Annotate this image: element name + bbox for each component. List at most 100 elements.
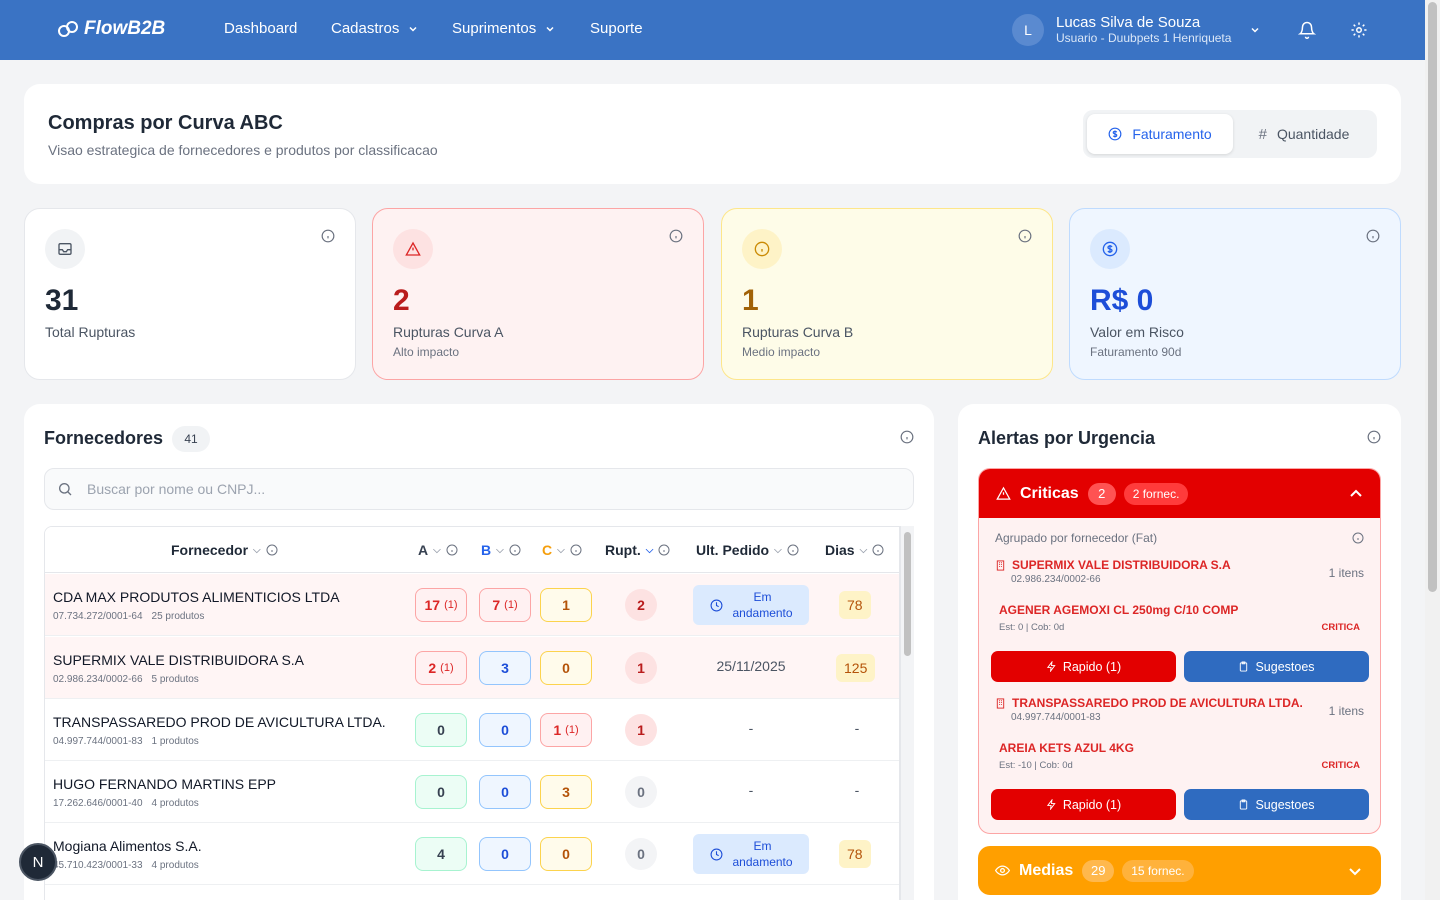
- sugestoes-button[interactable]: Sugestoes: [1184, 789, 1369, 820]
- lightning-icon: [1046, 799, 1056, 810]
- curva-c-pill[interactable]: 0: [540, 651, 592, 685]
- warning-icon: [393, 229, 433, 269]
- lightning-icon: [1046, 661, 1056, 672]
- nav-cadastros[interactable]: Cadastros: [331, 20, 419, 37]
- criticas-fornec-badge: 2 fornec.: [1123, 482, 1189, 505]
- col-dias[interactable]: Dias ⌵: [825, 542, 884, 558]
- page-scrollbar[interactable]: [1425, 0, 1440, 900]
- nav-suprimentos-label: Suprimentos: [452, 20, 537, 37]
- bell-icon[interactable]: [1296, 19, 1318, 41]
- table-scrollbar[interactable]: [900, 526, 914, 900]
- pill-value: 0: [562, 660, 570, 676]
- curva-c-pill[interactable]: 0: [540, 837, 592, 871]
- info-icon[interactable]: [1366, 229, 1380, 248]
- col-fornecedor[interactable]: Fornecedor ⌵: [171, 542, 278, 558]
- dollar-icon: [1090, 229, 1130, 269]
- supplier-produtos: 25 produtos: [151, 611, 205, 622]
- nav-suporte[interactable]: Suporte: [590, 20, 643, 37]
- pedido-status-badge[interactable]: Em andamento: [693, 834, 809, 874]
- pedido-status-text: Em andamento: [732, 839, 793, 869]
- dias-value: -: [854, 782, 860, 798]
- pill-value: 2: [428, 660, 437, 676]
- clock-icon: [710, 599, 722, 611]
- ultimo-pedido-date: 25/11/2025: [716, 658, 786, 674]
- dollar-circle-icon: [1108, 127, 1122, 141]
- table-row[interactable]: HUGO FERNANDO MARTINS EPP 17.262.646/000…: [45, 761, 899, 823]
- col-ult-pedido[interactable]: Ult. Pedido ⌵: [696, 542, 799, 558]
- pill-sub: (1): [504, 599, 518, 611]
- info-icon[interactable]: [1018, 229, 1032, 248]
- col-c[interactable]: C ⌵: [542, 542, 582, 558]
- curva-a-pill[interactable]: 0: [415, 713, 467, 747]
- medias-header[interactable]: Medias 29 15 fornec.: [978, 846, 1381, 895]
- table-row[interactable]: CDA MAX PRODUTOS ALIMENTICIOS LTDA 07.73…: [45, 574, 899, 636]
- curva-b-pill[interactable]: 0: [479, 837, 531, 871]
- chevron-down-icon: [546, 26, 554, 32]
- info-icon[interactable]: [900, 430, 914, 449]
- search-input[interactable]: [87, 481, 867, 497]
- table-row[interactable]: SUPERMIX VALE DISTRIBUIDORA S.A 02.986.2…: [45, 637, 899, 699]
- curva-a-pill[interactable]: 17 (1): [415, 588, 467, 622]
- curva-b-pill[interactable]: 0: [479, 775, 531, 809]
- page-scrollbar-thumb[interactable]: [1428, 2, 1437, 592]
- rapido-button[interactable]: Rapido (1): [991, 789, 1176, 820]
- curva-a-pill[interactable]: 2 (1): [415, 651, 467, 685]
- clock-icon: [710, 848, 722, 860]
- col-label: Ult. Pedido: [696, 542, 770, 558]
- floating-action-button[interactable]: N: [19, 843, 57, 881]
- toggle-faturamento[interactable]: Faturamento: [1087, 114, 1233, 154]
- table-row[interactable]: TRANSPASSAREDO PROD DE AVICULTURA LTDA. …: [45, 699, 899, 761]
- col-b[interactable]: B ⌵: [481, 542, 521, 558]
- info-icon[interactable]: [321, 229, 335, 248]
- sugestoes-label: Sugestoes: [1255, 797, 1315, 812]
- alert-supplier-name[interactable]: SUPERMIX VALE DISTRIBUIDORA S.A: [995, 558, 1231, 572]
- nav-suprimentos[interactable]: Suprimentos: [452, 20, 556, 37]
- col-rupt[interactable]: Rupt. ⌵: [605, 542, 670, 558]
- curva-b-pill[interactable]: 7 (1): [479, 588, 531, 622]
- alert-product-name[interactable]: AGENER AGEMOXI CL 250mg C/10 COMP: [999, 603, 1238, 617]
- gear-icon[interactable]: [1348, 19, 1370, 41]
- curva-b-pill[interactable]: 3: [479, 651, 531, 685]
- toggle-quantidade[interactable]: # Quantidade: [1235, 114, 1373, 154]
- stat-card-curva-b: 1 Rupturas Curva B Medio impacto: [721, 208, 1053, 380]
- supplier-name-text: TRANSPASSAREDO PROD DE AVICULTURA LTDA.: [1012, 696, 1303, 710]
- table-row[interactable]: Mogiana Alimentos S.A. 45.710.423/0001-3…: [45, 823, 899, 885]
- sugestoes-button[interactable]: Sugestoes: [1184, 651, 1369, 682]
- stat-sub: Faturamento 90d: [1090, 345, 1182, 359]
- alert-supplier-cnpj: 02.986.234/0002-66: [1011, 574, 1101, 585]
- col-a[interactable]: A ⌵: [418, 542, 458, 558]
- alert-product-name[interactable]: AREIA KETS AZUL 4KG: [999, 741, 1134, 755]
- curva-a-pill[interactable]: 4: [415, 837, 467, 871]
- dias-badge: 125: [836, 654, 876, 682]
- pill-value: 7: [492, 597, 501, 613]
- pill-value: 0: [501, 722, 509, 738]
- eye-icon: [995, 865, 1010, 876]
- info-icon[interactable]: [669, 229, 683, 248]
- alert-supplier-cnpj: 04.997.744/0001-83: [1011, 712, 1101, 723]
- nav-dashboard[interactable]: Dashboard: [224, 20, 297, 37]
- supplier-name: CDA MAX PRODUTOS ALIMENTICIOS LTDA: [53, 589, 340, 605]
- pill-value: 1: [562, 597, 570, 613]
- pedido-status-badge[interactable]: Em andamento: [693, 585, 809, 625]
- user-name: Lucas Silva de Souza: [1056, 13, 1201, 31]
- rapido-button[interactable]: Rapido (1): [991, 651, 1176, 682]
- medias-count-badge: 29: [1082, 859, 1115, 882]
- pill-value: 0: [501, 784, 509, 800]
- user-menu[interactable]: L Lucas Silva de Souza Usuario - Duubpet…: [1012, 14, 1261, 46]
- info-icon[interactable]: [1352, 531, 1364, 549]
- table-scrollbar-thumb[interactable]: [904, 532, 911, 656]
- curva-c-pill[interactable]: 1: [540, 588, 592, 622]
- fornecedores-title: Fornecedores: [44, 428, 164, 448]
- info-icon[interactable]: [1367, 430, 1381, 449]
- alert-product-stock: Est: -10 | Cob: 0d: [999, 760, 1073, 771]
- brand-logo[interactable]: FlowB2B: [56, 17, 165, 41]
- col-label: C: [542, 542, 553, 558]
- curva-c-pill[interactable]: 1 (1): [540, 713, 592, 747]
- supplier-produtos: 5 produtos: [151, 674, 199, 685]
- criticas-header[interactable]: Criticas 2 2 fornec.: [979, 469, 1380, 518]
- curva-c-pill[interactable]: 3: [540, 775, 592, 809]
- critica-tag: CRITICA: [1321, 622, 1360, 633]
- curva-b-pill[interactable]: 0: [479, 713, 531, 747]
- curva-a-pill[interactable]: 0: [415, 775, 467, 809]
- alert-supplier-name[interactable]: TRANSPASSAREDO PROD DE AVICULTURA LTDA.: [995, 696, 1303, 710]
